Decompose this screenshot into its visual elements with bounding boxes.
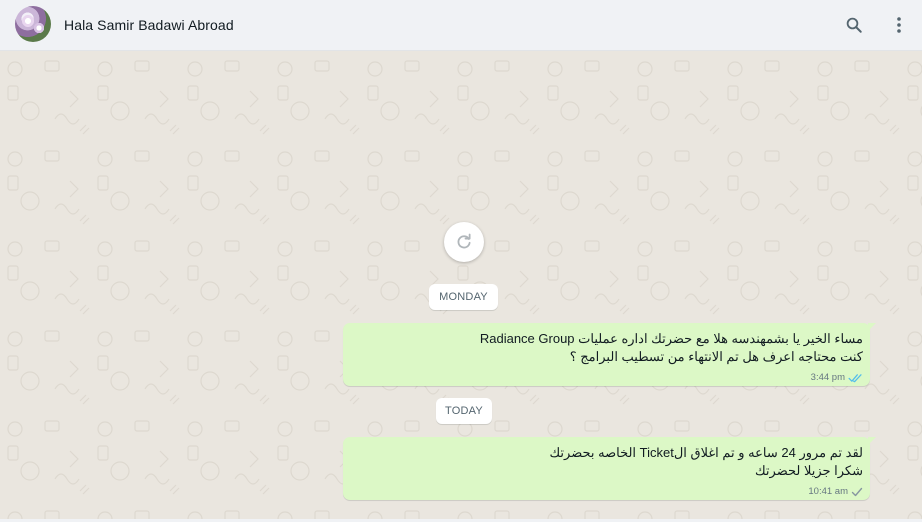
message-time: 3:44 pm	[810, 372, 845, 383]
chat-header: Hala Samir Badawi Abroad	[0, 0, 922, 51]
contact-avatar[interactable]	[15, 6, 51, 42]
message-text: مساء الخير يا بشمهندسه هلا مع حضرتك ادار…	[480, 330, 863, 366]
outgoing-message[interactable]: لقد تم مرور 24 ساعه و تم اغلاق الTicket …	[343, 437, 876, 500]
message-line: شكرا جزيلا لحضرتك	[754, 463, 863, 478]
message-meta: 3:44 pm	[811, 372, 863, 383]
double-check-icon	[848, 373, 862, 382]
refresh-icon	[457, 233, 471, 249]
search-icon	[846, 17, 862, 33]
message-meta: 10:41 am	[808, 486, 863, 497]
search-button[interactable]	[841, 12, 867, 38]
outgoing-message[interactable]: مساء الخير يا بشمهندسه هلا مع حضرتك ادار…	[343, 323, 876, 386]
date-divider: MONDAY	[429, 284, 498, 310]
message-line: لقد تم مرور 24 ساعه و تم اغلاق الTicket …	[549, 445, 863, 460]
date-divider: TODAY	[436, 398, 492, 424]
message-text: لقد تم مرور 24 ساعه و تم اغلاق الTicket …	[549, 444, 863, 480]
menu-button[interactable]	[886, 12, 912, 38]
contact-name[interactable]: Hala Samir Badawi Abroad	[64, 17, 234, 33]
message-time: 10:41 am	[808, 486, 848, 497]
message-line: مساء الخير يا بشمهندسه هلا مع حضرتك ادار…	[479, 331, 863, 346]
conversation-panel[interactable]: MONDAY مساء الخير يا بشمهندسه هلا مع حضر…	[0, 51, 922, 522]
load-earlier-button[interactable]	[444, 222, 484, 262]
message-line: كنت محتاجه اعرف هل تم الانتهاء من تسطيب …	[569, 349, 863, 364]
single-check-icon	[851, 487, 863, 496]
kebab-menu-icon	[897, 17, 901, 33]
